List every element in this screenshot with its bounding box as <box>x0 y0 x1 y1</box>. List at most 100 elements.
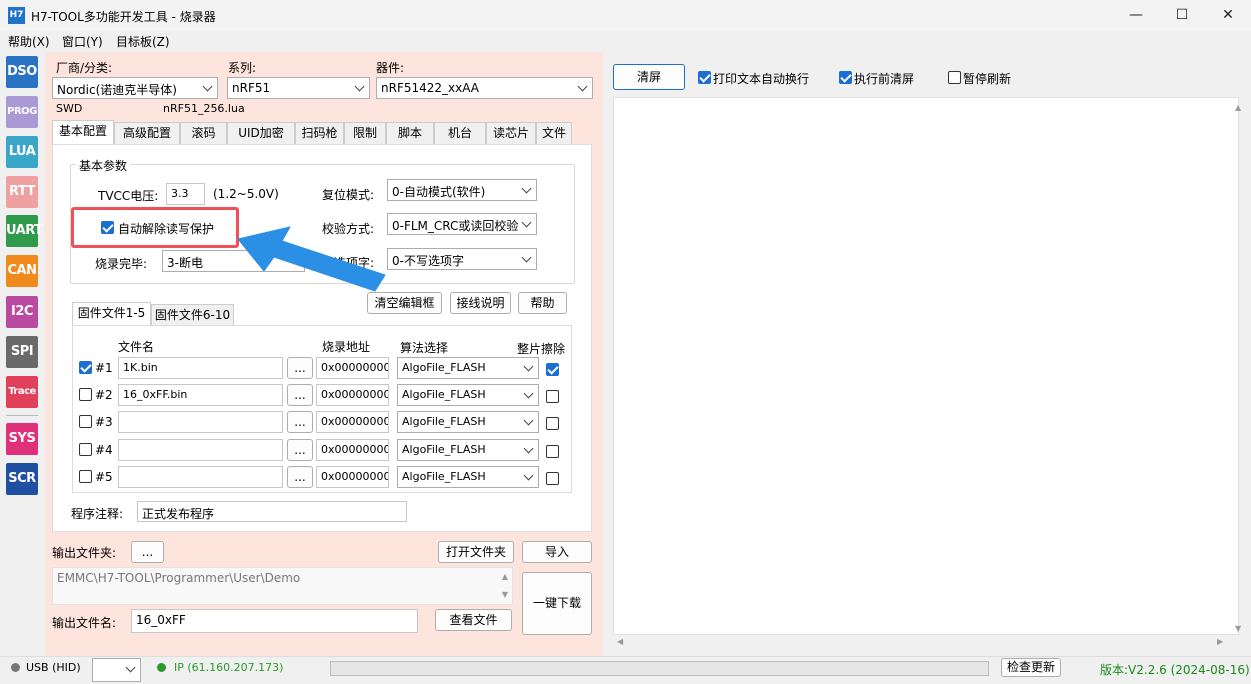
firmware-algorithm-value: AlgoFile_FLASH <box>402 388 486 401</box>
clear-before-run-checkbox[interactable] <box>839 71 852 84</box>
sidebar-sys-button[interactable]: SYS <box>6 423 38 455</box>
pause-refresh-checkbox[interactable] <box>948 71 961 84</box>
firmware-file-input[interactable]: 16_0xFF.bin <box>118 384 283 406</box>
one-click-download-button[interactable]: 一键下载 <box>522 572 592 635</box>
firmware-algorithm-select[interactable]: AlgoFile_FLASH <box>397 384 539 406</box>
scroll-down-icon[interactable]: ▼ <box>1235 624 1241 633</box>
open-folder-button[interactable]: 打开文件夹 <box>438 541 514 563</box>
menu-window[interactable]: 窗口(Y) <box>62 33 103 50</box>
minimize-button[interactable]: — <box>1113 0 1159 31</box>
firmware-file-input[interactable] <box>118 411 283 433</box>
firmware-address-input[interactable]: 0x00000000 <box>316 466 389 488</box>
burn-done-value: 3-断电 <box>167 256 203 270</box>
sidebar-trace-button[interactable]: Trace <box>6 376 38 408</box>
scroll-left-icon[interactable]: ◀ <box>617 637 623 646</box>
tab-limit[interactable]: 限制 <box>344 122 386 145</box>
firmware-enable-checkbox[interactable] <box>79 470 92 483</box>
tab-rolling-code[interactable]: 滚码 <box>180 122 227 145</box>
firmware-algorithm-select[interactable]: AlgoFile_FLASH <box>397 466 539 488</box>
scroll-up-icon[interactable]: ▲ <box>1235 103 1241 112</box>
note-input[interactable]: 正式发布程序 <box>137 501 407 522</box>
clear-editbox-button[interactable]: 清空编辑框 <box>367 292 442 314</box>
option-value: 0-不写选项字 <box>392 254 464 268</box>
option-select[interactable]: 0-不写选项字 <box>387 248 537 270</box>
tab-firmware-1-5[interactable]: 固件文件1-5 <box>72 302 151 325</box>
tab-uid-encrypt[interactable]: UID加密 <box>227 122 295 145</box>
firmware-address-input[interactable]: 0x00000000 <box>316 357 389 379</box>
scroll-up-icon[interactable]: ▲ <box>502 572 508 581</box>
full-erase-checkbox[interactable] <box>546 417 559 430</box>
tab-firmware-6-10[interactable]: 固件文件6-10 <box>151 304 234 325</box>
full-erase-checkbox[interactable] <box>546 363 559 376</box>
clear-screen-button[interactable]: 清屏 <box>613 64 685 90</box>
port-select[interactable] <box>92 658 141 682</box>
firmware-algorithm-select[interactable]: AlgoFile_FLASH <box>397 357 539 379</box>
menu-help[interactable]: 帮助(X) <box>8 33 50 50</box>
firmware-algorithm-value: AlgoFile_FLASH <box>402 361 486 374</box>
firmware-browse-button[interactable]: ... <box>287 466 313 488</box>
output-path-box[interactable]: EMMC\H7-TOOL\Programmer\User\Demo ▲ ▼ <box>52 567 513 605</box>
help-button[interactable]: 帮助 <box>518 292 567 314</box>
sidebar-can-button[interactable]: CAN <box>6 255 38 287</box>
import-button[interactable]: 导入 <box>522 541 592 563</box>
tab-advanced[interactable]: 高级配置 <box>114 122 180 145</box>
firmware-file-input[interactable] <box>118 466 283 488</box>
app-icon: H7 <box>8 7 25 24</box>
sidebar-uart-button[interactable]: UART <box>6 215 43 247</box>
tab-script[interactable]: 脚本 <box>386 122 434 145</box>
sidebar-rtt-button[interactable]: RTT <box>6 176 38 208</box>
sidebar-prog-button[interactable]: PROG <box>6 96 38 128</box>
firmware-enable-checkbox[interactable] <box>79 443 92 456</box>
verify-select[interactable]: 0-FLM_CRC或读回校验 <box>387 213 537 235</box>
tab-machine[interactable]: 机台 <box>434 122 486 145</box>
firmware-address-input[interactable]: 0x00000000 <box>316 439 389 461</box>
firmware-address-input[interactable]: 0x00000000 <box>316 384 389 406</box>
tvcc-input[interactable]: 3.3 <box>166 183 205 205</box>
lua-file-label: nRF51_256.lua <box>163 102 245 115</box>
firmware-algorithm-value: AlgoFile_FLASH <box>402 415 486 428</box>
menu-target-board[interactable]: 目标板(Z) <box>116 33 170 50</box>
firmware-enable-checkbox[interactable] <box>79 361 92 374</box>
scroll-right-icon[interactable]: ▶ <box>1217 637 1223 646</box>
tab-read-chip[interactable]: 读芯片 <box>486 122 536 145</box>
firmware-browse-button[interactable]: ... <box>287 384 313 406</box>
firmware-algorithm-select[interactable]: AlgoFile_FLASH <box>397 439 539 461</box>
firmware-browse-button[interactable]: ... <box>287 439 313 461</box>
auto-wrap-checkbox[interactable] <box>698 71 711 84</box>
output-name-input[interactable]: 16_0xFF <box>131 609 418 633</box>
close-button[interactable]: ✕ <box>1205 0 1251 31</box>
reset-select[interactable]: 0-自动模式(软件) <box>387 179 537 201</box>
firmware-file-input[interactable] <box>118 439 283 461</box>
firmware-address-input[interactable]: 0x00000000 <box>316 411 389 433</box>
firmware-row-id: #4 <box>95 443 113 457</box>
wiring-help-button[interactable]: 接线说明 <box>450 292 511 314</box>
tab-scanner[interactable]: 扫码枪 <box>295 122 344 145</box>
sidebar-scr-button[interactable]: SCR <box>6 463 38 495</box>
series-select[interactable]: nRF51 <box>227 77 370 99</box>
part-select[interactable]: nRF51422_xxAA <box>376 77 593 99</box>
firmware-file-input[interactable]: 1K.bin <box>118 357 283 379</box>
scroll-down-icon[interactable]: ▼ <box>502 590 508 599</box>
log-output-area[interactable] <box>613 97 1239 635</box>
full-erase-checkbox[interactable] <box>546 390 559 403</box>
check-update-button[interactable]: 检查更新 <box>1001 658 1061 677</box>
output-folder-browse-button[interactable]: ... <box>131 541 164 563</box>
full-erase-checkbox[interactable] <box>546 472 559 485</box>
firmware-enable-checkbox[interactable] <box>79 388 92 401</box>
firmware-browse-button[interactable]: ... <box>287 411 313 433</box>
tab-file[interactable]: 文件 <box>536 122 572 145</box>
full-erase-checkbox[interactable] <box>546 445 559 458</box>
firmware-enable-checkbox[interactable] <box>79 415 92 428</box>
maximize-button[interactable]: ☐ <box>1159 0 1205 31</box>
tab-basic[interactable]: 基本配置 <box>52 120 114 145</box>
view-file-button[interactable]: 查看文件 <box>435 609 512 631</box>
vendor-select[interactable]: Nordic(诺迪克半导体) <box>52 77 218 99</box>
sidebar-lua-button[interactable]: LUA <box>6 136 38 168</box>
verify-value: 0-FLM_CRC或读回校验 <box>392 219 519 233</box>
firmware-algorithm-select[interactable]: AlgoFile_FLASH <box>397 411 539 433</box>
sidebar-spi-button[interactable]: SPI <box>6 336 38 368</box>
sidebar-i2c-button[interactable]: I2C <box>6 296 38 328</box>
firmware-row-id: #5 <box>95 470 113 484</box>
sidebar-dso-button[interactable]: DSO <box>6 56 38 88</box>
firmware-browse-button[interactable]: ... <box>287 357 313 379</box>
